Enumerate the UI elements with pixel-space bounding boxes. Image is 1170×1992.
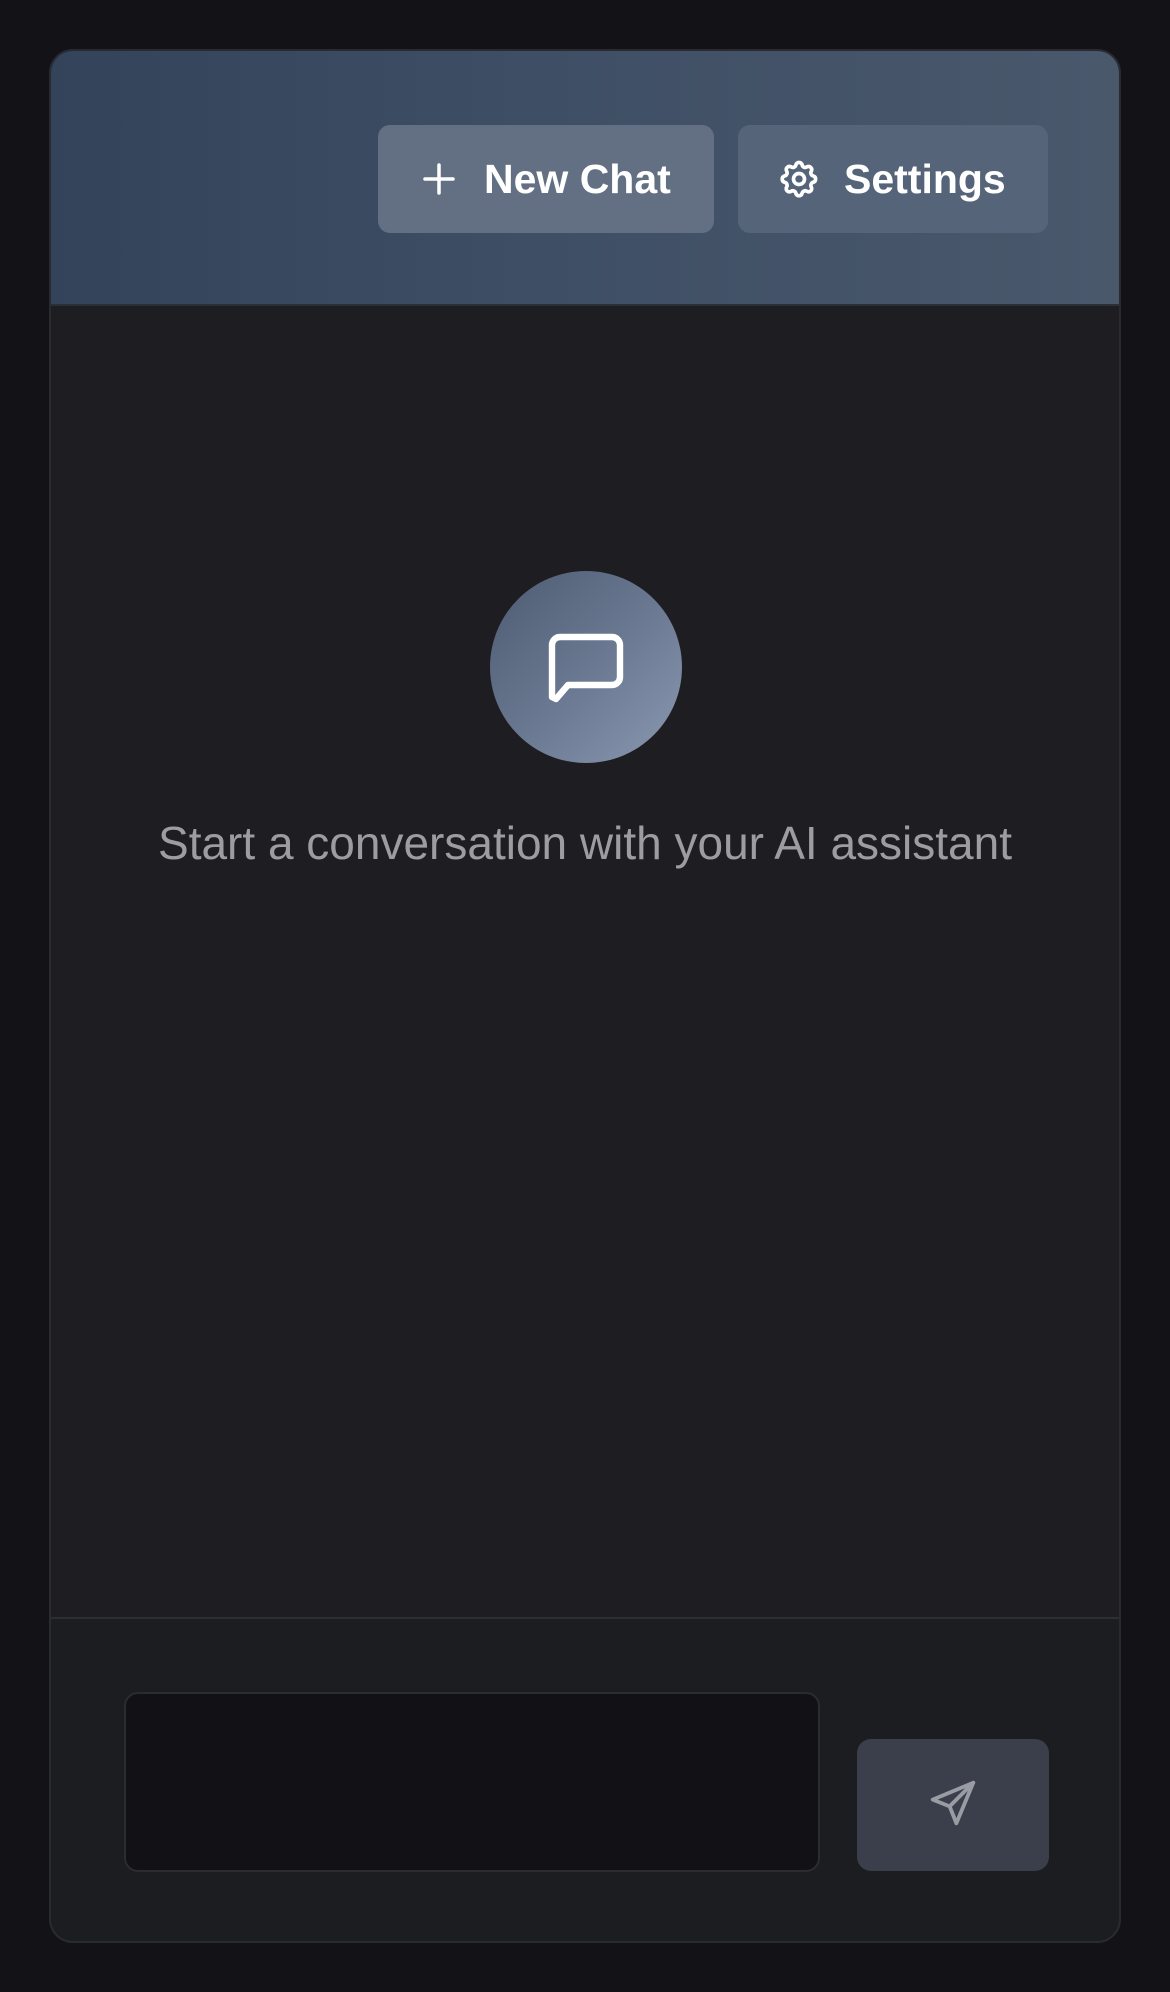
message-input[interactable] (124, 1692, 820, 1872)
send-icon (926, 1776, 980, 1835)
plus-icon (416, 156, 462, 202)
message-area: Start a conversation with your AI assist… (51, 306, 1119, 1617)
chat-bubble-icon (490, 571, 682, 763)
settings-label: Settings (844, 155, 1006, 202)
send-button[interactable] (857, 1739, 1049, 1871)
chat-window: New Chat Settings Start a conversation w… (49, 49, 1121, 1943)
composer-bar (51, 1617, 1119, 1941)
chat-header: New Chat Settings (51, 51, 1119, 306)
new-chat-button[interactable]: New Chat (378, 125, 714, 233)
empty-state-message: Start a conversation with your AI assist… (158, 817, 1012, 869)
gear-icon (776, 156, 822, 202)
new-chat-label: New Chat (484, 155, 671, 202)
settings-button[interactable]: Settings (738, 125, 1048, 233)
